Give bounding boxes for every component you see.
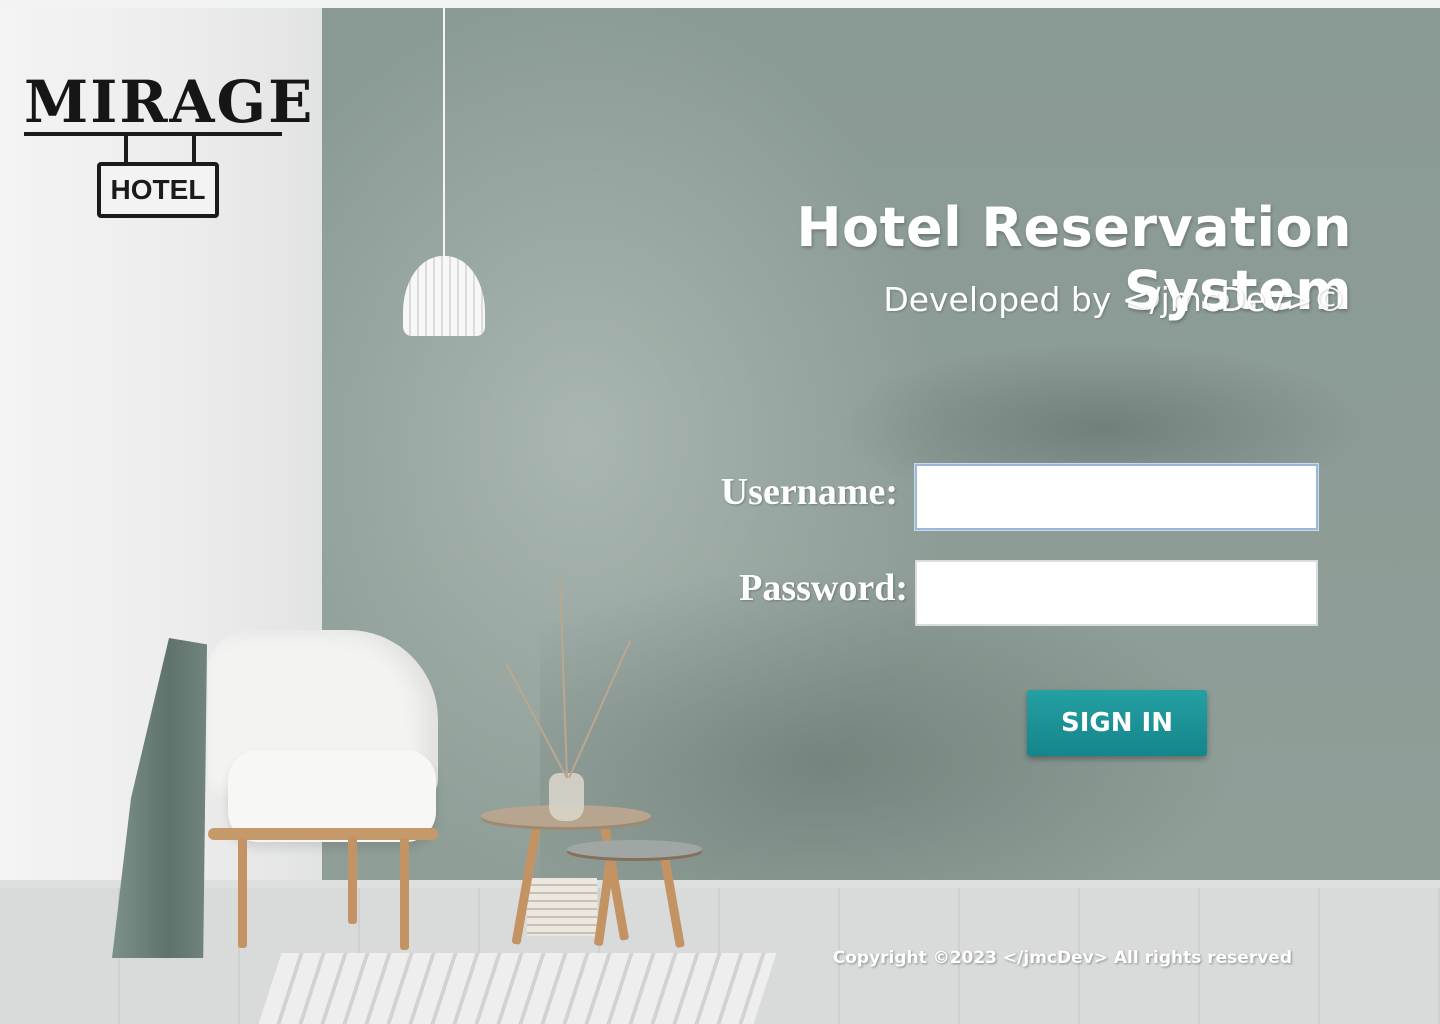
logo-sign-hook (124, 132, 128, 162)
hotel-logo: MIRAGE HOTEL (24, 68, 315, 230)
username-input[interactable] (915, 464, 1318, 530)
username-label: Username: (720, 471, 898, 513)
sign-in-button[interactable]: SIGN IN (1027, 690, 1207, 756)
vase (549, 773, 584, 821)
armchair-leg (400, 838, 409, 950)
book-stack (527, 878, 597, 936)
striped-rug (258, 953, 777, 1024)
logo-sign-hook (192, 132, 196, 162)
logo-name: MIRAGE (24, 68, 315, 136)
armchair-leg (348, 836, 357, 924)
password-input[interactable] (915, 560, 1318, 626)
page-subtitle: Developed by </jmcDev>© (883, 280, 1346, 319)
window-top-strip (0, 0, 1440, 8)
logo-sign: HOTEL (97, 162, 219, 218)
copyright-notice: Copyright ©2023 </jmcDev> All rights res… (832, 948, 1292, 968)
side-table-top-small (567, 840, 702, 858)
password-label: Password: (739, 567, 908, 609)
logo-sign-bar (24, 132, 282, 136)
armchair-leg (238, 838, 247, 948)
pendant-lamp-cord (443, 8, 445, 266)
